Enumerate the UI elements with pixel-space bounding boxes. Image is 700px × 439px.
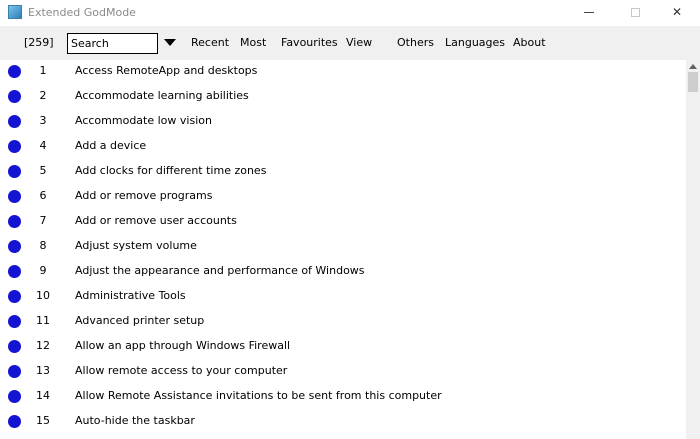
item-label: Adjust the appearance and performance of… (75, 264, 365, 277)
list-item[interactable]: 13 Allow remote access to your computer (0, 360, 686, 385)
item-label: Adjust system volume (75, 239, 197, 252)
list-item[interactable]: 10 Administrative Tools (0, 285, 686, 310)
list-item[interactable]: 12 Allow an app through Windows Firewall (0, 335, 686, 360)
menu-most[interactable]: Most (240, 36, 266, 49)
maximize-icon (630, 8, 640, 17)
search-dropdown-arrow-icon[interactable] (164, 39, 176, 46)
scroll-thumb[interactable] (688, 72, 698, 92)
item-number: 3 (39, 114, 47, 127)
bullet-icon (8, 115, 21, 128)
minimize-icon (584, 12, 594, 13)
item-number: 1 (39, 64, 47, 77)
list-item[interactable]: 8 Adjust system volume (0, 235, 686, 260)
bullet-icon (8, 415, 21, 428)
list-item[interactable]: 1 Access RemoteApp and desktops (0, 60, 686, 85)
item-label: Auto-hide the taskbar (75, 414, 195, 427)
bullet-icon (8, 340, 21, 353)
bullet-icon (8, 140, 21, 153)
menu-favourites[interactable]: Favourites (281, 36, 338, 49)
maximize-button[interactable] (612, 0, 658, 26)
bullet-icon (8, 265, 21, 278)
bullet-icon (8, 190, 21, 203)
close-button[interactable]: ✕ (654, 0, 700, 26)
item-label: Access RemoteApp and desktops (75, 64, 258, 77)
list-item[interactable]: 15 Auto-hide the taskbar (0, 410, 686, 435)
item-number: 6 (39, 189, 47, 202)
item-label: Allow an app through Windows Firewall (75, 339, 291, 352)
list-item[interactable]: 9 Adjust the appearance and performance o… (0, 260, 686, 285)
item-label: Add clocks for different time zones (75, 164, 267, 177)
window-title: Extended GodMode (28, 6, 136, 19)
list-item[interactable]: 3 Accommodate low vision (0, 110, 686, 135)
list-item[interactable]: 11 Advanced printer setup (0, 310, 686, 335)
bullet-icon (8, 390, 21, 403)
list-item[interactable]: 5 Add clocks for different time zones (0, 160, 686, 185)
menu-languages[interactable]: Languages (445, 36, 505, 49)
item-number: 10 (36, 289, 50, 302)
item-number: 7 (39, 214, 47, 227)
list-item[interactable]: 2 Accommodate learning abilities (0, 85, 686, 110)
item-label: Accommodate learning abilities (75, 89, 249, 102)
bullet-icon (8, 365, 21, 378)
item-number: 9 (39, 264, 47, 277)
bullet-icon (8, 65, 21, 78)
list-item[interactable]: 14 Allow Remote Assistance invitations to… (0, 385, 686, 410)
menu-recent[interactable]: Recent (191, 36, 229, 49)
search-input[interactable] (67, 33, 158, 54)
app-icon (8, 5, 22, 19)
close-icon: ✕ (671, 5, 683, 19)
item-number: 14 (36, 389, 50, 402)
menu-others[interactable]: Others (397, 36, 434, 49)
list-item[interactable]: 4 Add a device (0, 135, 686, 160)
bullet-icon (8, 290, 21, 303)
bullet-icon (8, 240, 21, 253)
item-count: [259] (24, 36, 54, 49)
item-label: Add or remove user accounts (75, 214, 237, 227)
item-number: 15 (36, 414, 50, 427)
item-number: 11 (36, 314, 50, 327)
item-label: Accommodate low vision (75, 114, 212, 127)
scroll-up-arrow-icon[interactable] (689, 64, 697, 69)
item-number: 5 (39, 164, 47, 177)
item-number: 13 (36, 364, 50, 377)
list-item[interactable]: 6 Add or remove programs (0, 185, 686, 210)
bullet-icon (8, 215, 21, 228)
menu-about[interactable]: About (513, 36, 546, 49)
vertical-scrollbar[interactable] (686, 60, 700, 439)
bullet-icon (8, 165, 21, 178)
item-number: 8 (39, 239, 47, 252)
list-item[interactable]: 7 Add or remove user accounts (0, 210, 686, 235)
bullet-icon (8, 90, 21, 103)
minimize-button[interactable] (566, 0, 612, 26)
item-label: Allow remote access to your computer (75, 364, 288, 377)
item-label: Add or remove programs (75, 189, 213, 202)
item-label: Allow Remote Assistance invitations to b… (75, 389, 442, 402)
toolbar: [259] Recent Most Favourites View Others… (0, 26, 700, 60)
item-number: 4 (39, 139, 47, 152)
item-label: Add a device (75, 139, 147, 152)
item-label: Administrative Tools (75, 289, 186, 302)
item-label: Advanced printer setup (75, 314, 205, 327)
menu-view[interactable]: View (346, 36, 372, 49)
item-number: 12 (36, 339, 50, 352)
title-bar: Extended GodMode ✕ (0, 0, 700, 26)
item-number: 2 (39, 89, 47, 102)
item-list: 1 Access RemoteApp and desktops 2 Accommoda… (0, 60, 686, 439)
bullet-icon (8, 315, 21, 328)
